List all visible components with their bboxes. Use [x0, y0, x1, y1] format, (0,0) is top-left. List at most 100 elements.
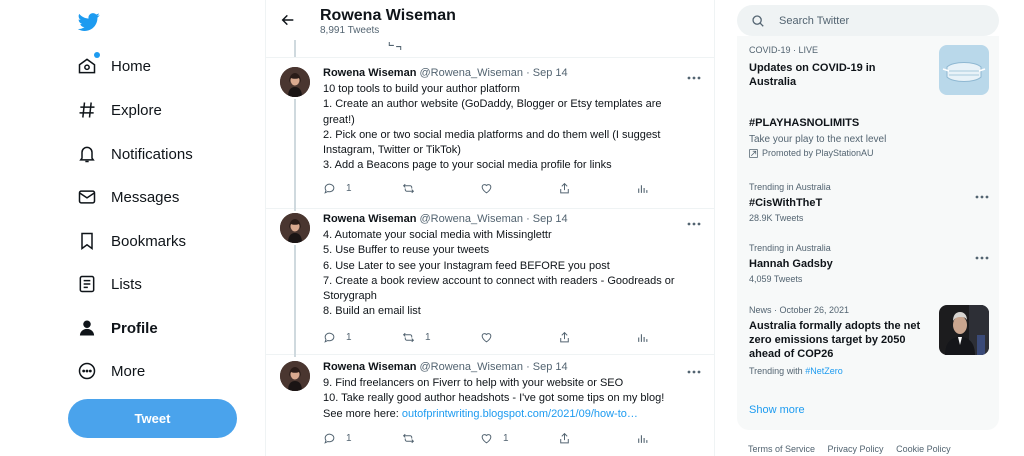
trends-panel: COVID-19 · LIVE Updates on COVID-19 in A…: [737, 36, 999, 430]
tweet-date[interactable]: Sep 14: [533, 361, 568, 373]
tweet-line: 3. Add a Beacons page to your social med…: [323, 159, 612, 172]
tweet-link[interactable]: outofprintwriting.blogspot.com/2021/09/h…: [402, 408, 638, 420]
trend-item[interactable]: COVID-19 · LIVE Updates on COVID-19 in A…: [749, 45, 989, 95]
thread-line: [294, 99, 296, 211]
retweet-icon: [402, 183, 415, 193]
trend-item[interactable]: Trending in Australia #CisWithTheT 28.9K…: [749, 182, 989, 223]
tweet-text: 4. Automate your social media with Missi…: [323, 228, 703, 320]
author-handle[interactable]: @Rowena_Wiseman: [420, 67, 524, 79]
trend-item[interactable]: Trending in Australia Hannah Gadsby 4,05…: [749, 243, 989, 284]
nav-home-label: Home: [111, 57, 152, 75]
like-button[interactable]: [480, 330, 503, 344]
footer-link-privacy[interactable]: Privacy Policy: [828, 444, 884, 454]
retweet-button[interactable]: [402, 181, 425, 195]
author-handle[interactable]: @Rowena_Wiseman: [420, 361, 524, 373]
retweet-icon: [402, 433, 415, 443]
nav-explore[interactable]: Explore: [76, 94, 162, 126]
profile-header: Rowena Wiseman 8,991 Tweets: [266, 0, 714, 40]
see-more-text: See more here:: [323, 407, 402, 420]
author-name[interactable]: Rowena Wiseman: [323, 361, 416, 373]
share-button[interactable]: [558, 181, 571, 195]
more-options-icon[interactable]: [975, 247, 989, 260]
tweet-line: See more here: outofprintwriting.blogspo…: [323, 407, 703, 422]
nav-notifications[interactable]: Notifications: [76, 138, 193, 170]
nav-profile[interactable]: Profile: [76, 312, 158, 344]
reply-button[interactable]: 1: [323, 431, 352, 445]
notification-dot: [94, 52, 100, 58]
list-icon: [76, 273, 98, 295]
reply-count: 1: [346, 432, 352, 444]
trend-title: #CisWithTheT: [749, 197, 823, 209]
analytics-button[interactable]: [636, 431, 649, 445]
footer-link-cookies[interactable]: Cookie Policy: [896, 444, 951, 454]
search-icon: [752, 14, 764, 27]
avatar[interactable]: [280, 213, 310, 243]
trend-meta: Trending in Australia: [749, 243, 831, 253]
share-button[interactable]: [558, 330, 571, 344]
nav-lists[interactable]: Lists: [76, 268, 142, 300]
more-options-icon[interactable]: [687, 361, 701, 374]
more-options-icon[interactable]: [975, 186, 989, 199]
avatar[interactable]: [280, 361, 310, 391]
trend-hashtag-link[interactable]: #NetZero: [805, 366, 843, 376]
nav-home[interactable]: Home: [76, 50, 151, 82]
tweet-line: 8. Build an email list: [323, 305, 421, 318]
more-options-icon[interactable]: [687, 67, 701, 80]
tweet[interactable]: Rowena Wiseman @Rowena_Wiseman · Sep 14 …: [266, 67, 714, 211]
back-arrow-icon[interactable]: [280, 12, 296, 28]
bell-icon: [76, 143, 98, 165]
tweet-line: 4. Automate your social media with Missi…: [323, 229, 552, 241]
more-options-icon[interactable]: [687, 213, 701, 226]
nav-more-label: More: [111, 362, 146, 380]
reply-icon: [324, 332, 335, 343]
trend-item[interactable]: News · October 26, 2021 Australia formal…: [749, 305, 989, 376]
divider: [266, 57, 714, 58]
promoted-by: Promoted by PlayStationAU: [762, 148, 874, 158]
nav-more[interactable]: More: [76, 355, 145, 387]
author-name[interactable]: Rowena Wiseman: [323, 213, 416, 225]
reply-button[interactable]: 1: [323, 330, 352, 344]
retweet-button[interactable]: 1: [402, 330, 431, 344]
tweet-header: Rowena Wiseman @Rowena_Wiseman · Sep 14: [323, 67, 568, 79]
analytics-icon: [638, 434, 648, 443]
trend-meta: Trending in Australia: [749, 182, 831, 192]
tweet[interactable]: Rowena Wiseman @Rowena_Wiseman · Sep 14 …: [266, 213, 714, 357]
share-button[interactable]: [558, 431, 571, 445]
like-button[interactable]: [480, 181, 503, 195]
tweet-line: 2. Pick one or two social media platform…: [323, 128, 661, 141]
tweet-header: Rowena Wiseman @Rowena_Wiseman · Sep 14: [323, 361, 568, 373]
like-button[interactable]: 1: [480, 431, 509, 445]
analytics-button[interactable]: [636, 330, 649, 344]
trending-with-label: Trending with: [749, 366, 806, 376]
analytics-button[interactable]: [636, 181, 649, 195]
tweet-date[interactable]: Sep 14: [533, 67, 568, 79]
trend-title: Hannah Gadsby: [749, 258, 833, 270]
retweet-button[interactable]: [402, 431, 425, 445]
show-more-link[interactable]: Show more: [749, 404, 805, 416]
tweet-line: great!): [323, 113, 355, 126]
search-bar[interactable]: [737, 5, 999, 36]
nav-messages[interactable]: Messages: [76, 181, 179, 213]
profile-name: Rowena Wiseman: [320, 7, 456, 24]
twitter-logo-icon[interactable]: [77, 11, 100, 33]
tweet[interactable]: Rowena Wiseman @Rowena_Wiseman · Sep 14 …: [266, 361, 714, 456]
search-input[interactable]: [779, 14, 979, 27]
tweet-line: 6. Use Later to see your Instagram feed …: [323, 259, 610, 272]
trending-with: Trending with #NetZero: [749, 366, 989, 376]
tweet-actions: 1: [323, 181, 648, 195]
trend-item[interactable]: #PLAYHASNOLIMITS Take your play to the n…: [749, 116, 989, 158]
tweet-line: Storygraph: [323, 290, 377, 303]
tweet-button[interactable]: Tweet: [68, 399, 237, 438]
right-sidebar: COVID-19 · LIVE Updates on COVID-19 in A…: [715, 0, 1024, 456]
author-name[interactable]: Rowena Wiseman: [323, 67, 416, 79]
tweet-date[interactable]: Sep 14: [533, 213, 568, 225]
author-handle[interactable]: @Rowena_Wiseman: [420, 213, 524, 225]
tweet-line: 5. Use Buffer to reuse your tweets: [323, 244, 490, 257]
nav-bookmarks[interactable]: Bookmarks: [76, 225, 186, 257]
footer-link-terms[interactable]: Terms of Service: [748, 444, 815, 454]
retweet-icon: [402, 332, 415, 342]
separator: ·: [526, 213, 530, 225]
reply-button[interactable]: 1: [323, 181, 352, 195]
avatar[interactable]: [280, 67, 310, 97]
heart-icon: [481, 332, 492, 342]
